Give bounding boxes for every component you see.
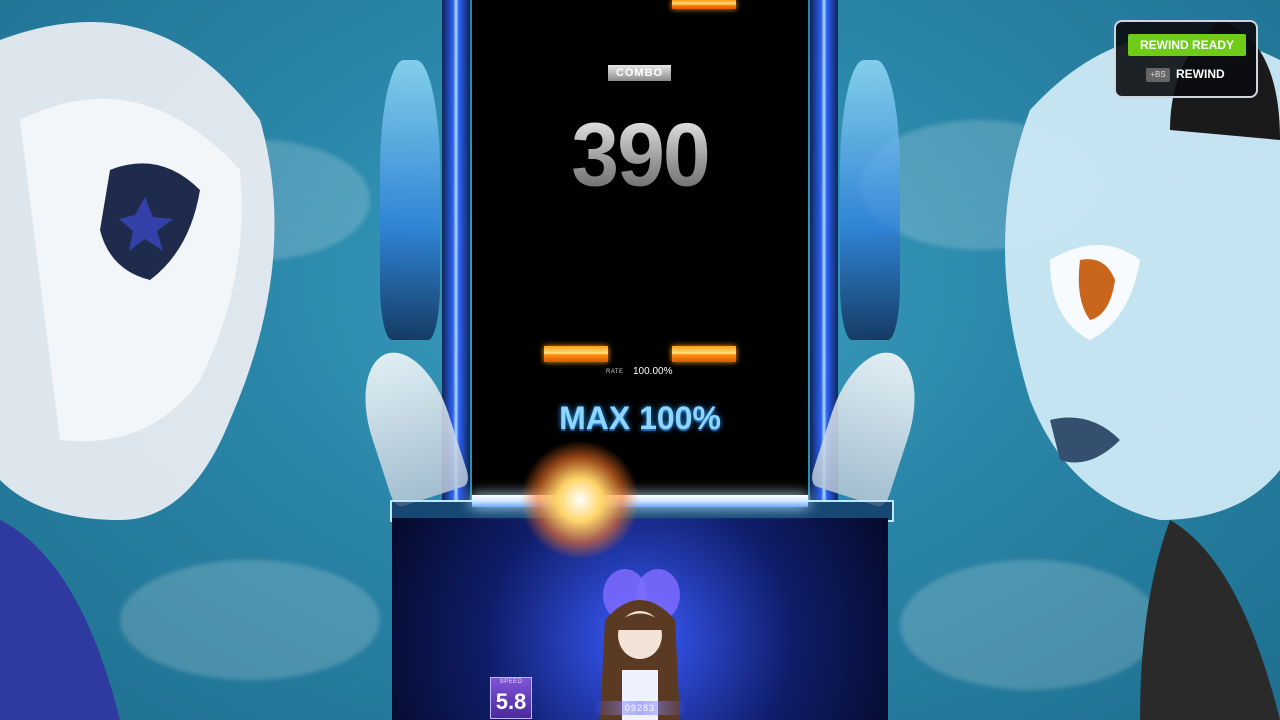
frame-ornament-left [380,60,440,340]
frame-ornament-right [840,60,900,340]
note [672,0,736,9]
rate-label: RATE [606,369,624,375]
note [672,346,736,362]
right-character-illustration [1005,20,1280,720]
rate-value: 100.00% [633,366,673,377]
rewind-ready-badge: REWIND READY [1128,34,1246,56]
hit-effect-burst [520,440,640,560]
combo-label: COMBO [608,65,671,81]
backspace-key-icon: +BS [1146,68,1170,82]
max-rate-indicator: MAX 100% [559,400,721,436]
speed-indicator: SPEED 5.8 [490,677,532,719]
singer-character-illustration [600,569,680,720]
score-display: 09283 [596,701,684,715]
rewind-panel: REWIND READY +BS REWIND [1114,20,1258,98]
note [544,346,608,362]
left-character-illustration [0,22,275,720]
speed-label: SPEED [499,679,523,685]
combo-counter: 390 [560,104,720,208]
speed-value: 5.8 [495,689,527,714]
rewind-button[interactable]: REWIND [1176,67,1225,81]
